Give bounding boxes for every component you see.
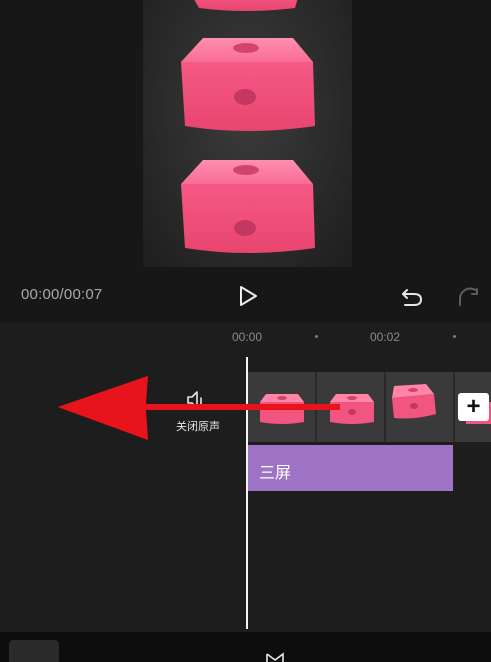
clip-thumbnail-1 (260, 394, 304, 424)
add-clip-button[interactable]: + (458, 393, 489, 421)
redo-icon (459, 287, 478, 306)
timecode-display: 00:00/00:07 (21, 286, 103, 303)
text-clip[interactable]: 三屏 (248, 445, 453, 491)
ruler-dot (453, 335, 456, 338)
video-clip-track[interactable] (248, 372, 491, 442)
text-clip-label: 三屏 (259, 465, 292, 482)
ruler-dot (315, 335, 318, 338)
play-button[interactable] (235, 283, 261, 309)
redo-button[interactable] (455, 284, 481, 308)
pink-block-3 (181, 160, 315, 253)
video-preview-frame[interactable] (143, 0, 352, 267)
bottom-toolbar (0, 632, 491, 662)
pink-block-2 (181, 38, 315, 131)
pink-block-1 (194, 0, 298, 11)
video-preview-panel: 00:00/00:07 (0, 0, 491, 322)
play-icon (240, 286, 257, 306)
bowtie-icon[interactable] (265, 652, 285, 662)
ruler-label-0: 00:00 (232, 330, 263, 344)
mute-original-audio-button[interactable]: 关闭原声 (168, 384, 228, 440)
clip-thumbnail-2 (330, 394, 374, 424)
undo-button[interactable] (399, 284, 425, 308)
speaker-icon (187, 391, 202, 409)
undo-icon (402, 289, 423, 306)
ruler-label-1: 00:02 (370, 330, 401, 344)
clip-thumbnail-3 (392, 384, 436, 419)
mute-label: 关闭原声 (176, 421, 220, 433)
playhead[interactable] (246, 357, 248, 629)
toolbar-thumb-button[interactable] (9, 640, 59, 662)
timeline-panel[interactable]: 00:00 00:02 关闭原声 + 三屏 (0, 322, 491, 632)
